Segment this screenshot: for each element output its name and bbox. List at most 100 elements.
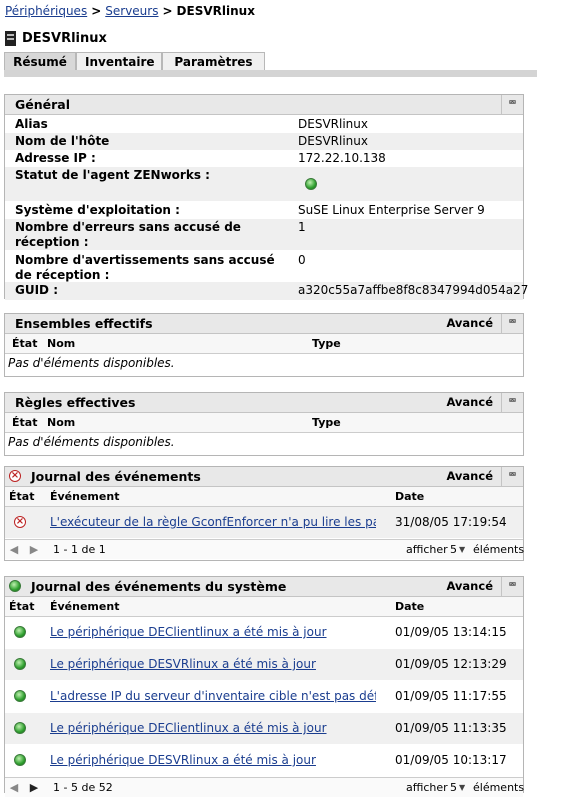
column-header-date[interactable]: Date (395, 597, 424, 616)
event-log-panel-title: Journal des événements (31, 469, 201, 484)
property-value: 1 (298, 220, 306, 234)
bundles-panel-title: Ensembles effectifs (15, 316, 153, 331)
table-header: État Événement Date (5, 487, 523, 507)
collapse-icon[interactable]: ⮹ (501, 467, 523, 486)
empty-message: Pas d'éléments disponibles. (8, 435, 175, 449)
chevron-down-icon[interactable]: ▼ (459, 778, 465, 797)
table-header: État Événement Date (5, 597, 523, 617)
property-label: Adresse IP : (15, 151, 96, 165)
pager-show-label: afficher (406, 781, 448, 794)
agent-status-ok-icon (305, 178, 317, 190)
policies-panel-title: Règles effectives (15, 395, 136, 410)
advanced-link[interactable]: Avancé (446, 314, 493, 333)
prev-page-icon[interactable]: ◀ (5, 778, 23, 797)
breadcrumb-separator-icon: > (91, 4, 102, 18)
pager: ◀ ▶ 1 - 5 de 52 afficher 5 ▼ éléments (5, 777, 524, 797)
property-value: 0 (298, 253, 306, 267)
breadcrumb-link-peripheriques[interactable]: Périphériques (5, 4, 87, 18)
event-link[interactable]: Le périphérique DESVRlinux a été mis à j… (50, 753, 376, 767)
column-header-type[interactable]: Type (312, 334, 341, 353)
table-row: Le périphérique DESVRlinux a été mis à j… (5, 649, 523, 681)
event-link[interactable]: Le périphérique DESVRlinux a été mis à j… (50, 657, 376, 671)
next-page-icon[interactable]: ▶ (25, 778, 43, 797)
event-link[interactable]: Le périphérique DEClientlinux a été mis … (50, 721, 376, 735)
column-header-nom[interactable]: Nom (47, 413, 75, 432)
empty-message: Pas d'éléments disponibles. (8, 356, 175, 370)
column-header-type[interactable]: Type (312, 413, 341, 432)
event-link[interactable]: L'adresse IP du serveur d'inventaire cib… (50, 689, 376, 703)
pager-nav: ◀ ▶ (5, 778, 45, 797)
tab-bar: Résumé Inventaire Paramètres (4, 52, 265, 71)
advanced-link[interactable]: Avancé (446, 577, 493, 596)
property-row: Statut de l'agent ZENworks : (5, 167, 523, 201)
ok-status-icon (14, 722, 26, 734)
table-row: Le périphérique DEClientlinux a été mis … (5, 713, 523, 745)
property-row: Adresse IP : 172.22.10.138 (5, 150, 523, 167)
event-date: 01/09/05 10:13:17 (395, 753, 507, 767)
pager: ◀ ▶ 1 - 1 de 1 afficher 5 ▼ éléments (5, 539, 525, 559)
tab-parametres[interactable]: Paramètres (162, 52, 265, 71)
collapse-icon[interactable]: ⮹ (501, 577, 523, 596)
policies-panel-header: Règles effectives Avancé ⮹ (5, 393, 523, 413)
column-header-nom[interactable]: Nom (47, 334, 75, 353)
page-size-select[interactable]: 5 (450, 778, 457, 797)
table-row: × L'exécuteur de la règle GconfEnforcer … (5, 507, 523, 539)
property-label: Nom de l'hôte (15, 134, 110, 148)
property-row: Système d'exploitation : SuSE Linux Ente… (5, 201, 523, 219)
column-header-etat[interactable]: État (12, 334, 37, 353)
next-page-icon[interactable]: ▶ (25, 540, 43, 559)
property-label: Statut de l'agent ZENworks : (15, 168, 210, 182)
event-link[interactable]: L'exécuteur de la règle GconfEnforcer n'… (50, 515, 376, 529)
column-header-date[interactable]: Date (395, 487, 424, 506)
page-size-select[interactable]: 5 (450, 540, 457, 559)
tab-resume[interactable]: Résumé (4, 52, 76, 71)
error-icon: × (14, 516, 26, 528)
collapse-icon[interactable]: ⮹ (501, 393, 523, 412)
breadcrumb: Périphériques > Serveurs > DESVRlinux (5, 4, 255, 18)
server-icon (5, 31, 16, 46)
table-header: État Nom Type (5, 334, 523, 354)
collapse-icon[interactable]: ⮹ (501, 314, 523, 333)
property-label: Nombre d'avertissements sans accusé de r… (15, 253, 275, 282)
column-header-etat[interactable]: État (9, 597, 34, 616)
chevron-down-icon[interactable]: ▼ (459, 540, 465, 559)
system-event-log-panel-header: Journal des événements du système Avancé… (5, 577, 523, 597)
property-value: DESVRlinux (298, 134, 368, 148)
table-header: État Nom Type (5, 413, 523, 433)
prev-page-icon[interactable]: ◀ (5, 540, 23, 559)
table-row: L'adresse IP du serveur d'inventaire cib… (5, 681, 523, 713)
event-date: 31/08/05 17:19:54 (395, 515, 507, 529)
page-title: DESVRlinux (5, 31, 107, 46)
column-header-evenement[interactable]: Événement (50, 597, 119, 616)
column-header-etat[interactable]: État (12, 413, 37, 432)
event-log-panel: × Journal des événements Avancé ⮹ État É… (4, 466, 524, 561)
property-row: Nombre d'avertissements sans accusé de r… (5, 250, 523, 282)
tab-inventaire[interactable]: Inventaire (76, 52, 162, 71)
column-header-etat[interactable]: État (9, 487, 34, 506)
property-value: 172.22.10.138 (298, 151, 386, 165)
ok-status-icon (9, 580, 21, 592)
breadcrumb-link-serveurs[interactable]: Serveurs (105, 4, 158, 18)
system-event-log-panel: Journal des événements du système Avancé… (4, 576, 524, 797)
property-value: SuSE Linux Enterprise Server 9 (298, 203, 485, 217)
property-label: Système d'exploitation : (15, 203, 180, 217)
event-date: 01/09/05 13:14:15 (395, 625, 507, 639)
policies-panel: Règles effectives Avancé ⮹ État Nom Type… (4, 392, 524, 456)
table-row: Le périphérique DEClientlinux a été mis … (5, 617, 523, 649)
pager-items-label: éléments (473, 543, 525, 556)
property-row: Alias DESVRlinux (5, 117, 523, 133)
pager-nav: ◀ ▶ (5, 540, 45, 559)
event-date: 01/09/05 11:17:55 (395, 689, 507, 703)
advanced-link[interactable]: Avancé (446, 393, 493, 412)
advanced-link[interactable]: Avancé (446, 467, 493, 486)
event-log-panel-header: × Journal des événements Avancé ⮹ (5, 467, 523, 487)
property-value: a320c55a7affbe8f8c8347994d054a27 (298, 283, 529, 297)
pager-show-label: afficher (406, 543, 448, 556)
collapse-icon[interactable]: ⮹ (501, 95, 523, 114)
column-header-evenement[interactable]: Événement (50, 487, 119, 506)
event-date: 01/09/05 11:13:35 (395, 721, 507, 735)
event-link[interactable]: Le périphérique DEClientlinux a été mis … (50, 625, 376, 639)
system-event-log-panel-title: Journal des événements du système (31, 579, 287, 594)
breadcrumb-separator-icon: > (162, 4, 173, 18)
pager-range: 1 - 5 de 52 (53, 781, 113, 794)
